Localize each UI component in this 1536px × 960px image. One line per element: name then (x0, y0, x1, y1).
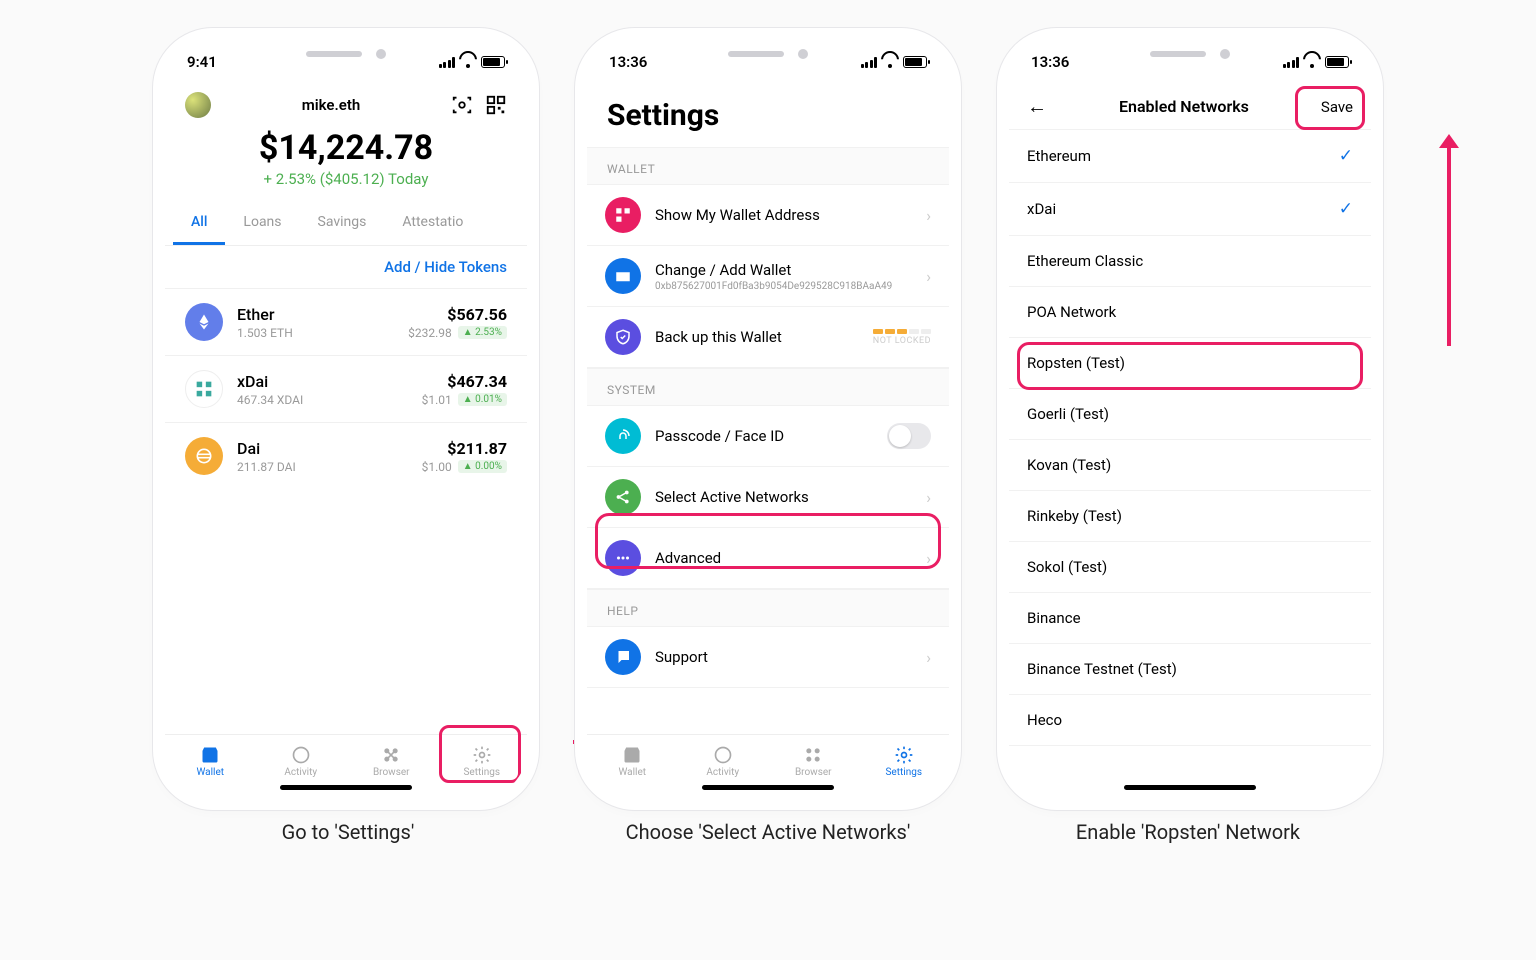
network-name: Ethereum (1027, 147, 1091, 165)
network-row[interactable]: POA Network (1009, 287, 1371, 338)
tabbar-browser[interactable]: Browser (768, 735, 859, 788)
qr-icon[interactable] (485, 94, 507, 116)
status-bar: 13:36 (1009, 40, 1371, 84)
tabbar-browser[interactable]: Browser (346, 735, 437, 788)
section-help: HELP (587, 589, 949, 627)
network-row[interactable]: Ethereum Classic (1009, 236, 1371, 287)
status-time: 13:36 (609, 53, 647, 71)
network-row[interactable]: Ropsten (Test) (1009, 338, 1371, 389)
wifi-icon (460, 56, 476, 68)
back-arrow-icon[interactable]: ← (1027, 94, 1047, 119)
status-bar: 9:41 (165, 40, 527, 84)
xdai-icon (185, 370, 223, 408)
tab-attestations[interactable]: Attestatio (384, 202, 481, 245)
add-hide-tokens[interactable]: Add / Hide Tokens (165, 246, 527, 288)
phone-settings: 13:36 Settings WALLET Show My Wallet Add… (587, 40, 949, 798)
network-name: Binance Testnet (Test) (1027, 660, 1177, 678)
tabbar-settings[interactable]: Settings (859, 735, 950, 788)
row-support[interactable]: Support› (587, 627, 949, 688)
shield-icon (605, 319, 641, 355)
network-row[interactable]: xDai ✓ (1009, 183, 1371, 236)
tabbar-activity[interactable]: Activity (678, 735, 769, 788)
network-name: POA Network (1027, 303, 1116, 321)
network-name: Rinkeby (Test) (1027, 507, 1122, 525)
network-row[interactable]: Rinkeby (Test) (1009, 491, 1371, 542)
wallet-name[interactable]: mike.eth (302, 96, 361, 114)
network-row[interactable]: Sokol (Test) (1009, 542, 1371, 593)
chat-icon (605, 639, 641, 675)
passcode-toggle[interactable] (887, 423, 931, 449)
arrow-3 (1439, 134, 1459, 346)
tabbar-wallet[interactable]: Wallet (165, 735, 256, 788)
network-name: Goerli (Test) (1027, 405, 1109, 423)
phone-wallet: 9:41 mike.eth $14, (165, 40, 527, 798)
balance-change: + 2.53% ($405.12) Today (165, 170, 527, 188)
dai-icon (185, 437, 223, 475)
tab-savings[interactable]: Savings (300, 202, 385, 245)
network-row[interactable]: Heco (1009, 695, 1371, 746)
network-name: Kovan (Test) (1027, 456, 1111, 474)
share-icon (605, 479, 641, 515)
network-name: Sokol (Test) (1027, 558, 1107, 576)
more-icon (605, 540, 641, 576)
network-name: Binance (1027, 609, 1081, 627)
section-system: SYSTEM (587, 368, 949, 406)
row-advanced[interactable]: Advanced› (587, 528, 949, 589)
network-row[interactable]: Ethereum ✓ (1009, 130, 1371, 183)
tabbar-settings[interactable]: Settings (437, 735, 528, 788)
status-time: 13:36 (1031, 53, 1069, 71)
caption-step-1: Go to 'Settings' (168, 820, 528, 844)
tab-all[interactable]: All (173, 202, 225, 245)
caption-step-2: Choose 'Select Active Networks' (588, 820, 948, 844)
check-icon: ✓ (1339, 146, 1353, 166)
network-row[interactable]: Binance Testnet (Test) (1009, 644, 1371, 695)
signal-icon (439, 57, 456, 68)
ether-icon (185, 303, 223, 341)
check-icon: ✓ (1339, 199, 1353, 219)
network-name: Heco (1027, 711, 1062, 729)
networks-title: Enabled Networks (1119, 97, 1249, 116)
tab-loans[interactable]: Loans (225, 202, 299, 245)
section-wallet: WALLET (587, 147, 949, 185)
network-row[interactable]: Binance (1009, 593, 1371, 644)
network-name: Ropsten (Test) (1027, 354, 1125, 372)
row-passcode[interactable]: Passcode / Face ID (587, 406, 949, 467)
row-show-address[interactable]: Show My Wallet Address› (587, 185, 949, 246)
token-row-dai[interactable]: Dai211.87 DAI $211.87$1.00▲ 0.00% (165, 422, 527, 489)
settings-title: Settings (587, 84, 949, 147)
avatar-icon[interactable] (185, 92, 211, 118)
qr-icon (605, 197, 641, 233)
battery-icon (481, 56, 505, 68)
token-row-ether[interactable]: Ether1.503 ETH $567.56$232.98▲ 2.53% (165, 288, 527, 355)
status-bar: 13:36 (587, 40, 949, 84)
phone-networks: 13:36 ← Enabled Networks Save Ethereum✓x… (1009, 40, 1371, 798)
row-backup-wallet[interactable]: Back up this Wallet NOT LOCKED (587, 307, 949, 368)
tabbar-wallet[interactable]: Wallet (587, 735, 678, 788)
wallet-icon (605, 258, 641, 294)
scan-icon[interactable] (451, 94, 473, 116)
network-name: Ethereum Classic (1027, 252, 1143, 270)
balance-amount: $14,224.78 (165, 128, 527, 168)
status-time: 9:41 (187, 53, 217, 71)
wallet-tabs: All Loans Savings Attestatio (165, 202, 527, 246)
fingerprint-icon (605, 418, 641, 454)
row-change-wallet[interactable]: Change / Add Wallet0xb875627001Fd0fBa3b9… (587, 246, 949, 307)
caption-step-3: Enable 'Ropsten' Network (1008, 820, 1368, 844)
backup-progress (873, 329, 931, 334)
row-select-networks[interactable]: Select Active Networks› (587, 467, 949, 528)
network-row[interactable]: Goerli (Test) (1009, 389, 1371, 440)
network-row[interactable]: Kovan (Test) (1009, 440, 1371, 491)
token-row-xdai[interactable]: xDai467.34 XDAI $467.34$1.01▲ 0.01% (165, 355, 527, 422)
chevron-right-icon: › (926, 206, 931, 225)
network-name: xDai (1027, 200, 1056, 218)
tabbar-activity[interactable]: Activity (256, 735, 347, 788)
save-button[interactable]: Save (1321, 98, 1353, 116)
